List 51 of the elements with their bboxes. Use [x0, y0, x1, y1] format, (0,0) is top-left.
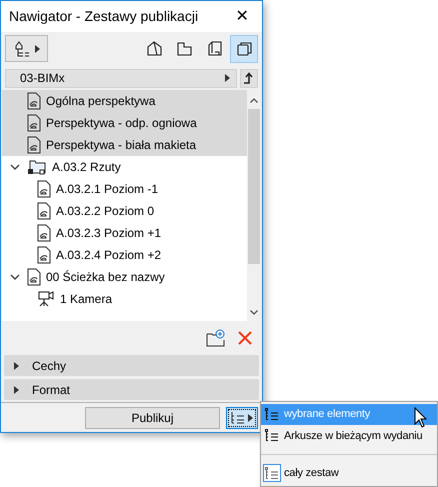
- view-map-button[interactable]: [5, 35, 48, 62]
- delete-icon: [238, 331, 252, 345]
- new-folder-button[interactable]: [206, 329, 226, 347]
- caret-icon: [225, 74, 230, 82]
- scroll-thumb[interactable]: [248, 109, 260, 264]
- floor-plan-icon: [176, 40, 192, 57]
- menu-item[interactable]: cały zestaw: [261, 462, 437, 484]
- camera-icon: [37, 290, 55, 308]
- publish-button[interactable]: Publikuj: [85, 406, 220, 428]
- view-document-icon: [37, 180, 51, 198]
- tree-item[interactable]: Ogólna perspektywa: [2, 90, 247, 112]
- close-button[interactable]: ✕: [230, 4, 254, 28]
- list-icon: [265, 466, 279, 480]
- tree-item[interactable]: Perspektywa - biała makieta: [2, 134, 247, 156]
- view-document-icon: [27, 92, 41, 110]
- view-document-icon: [37, 246, 51, 264]
- view-document-icon: [37, 202, 51, 220]
- caret-icon: [248, 414, 253, 422]
- up-button[interactable]: [240, 68, 258, 88]
- scroll-down-icon: [250, 310, 258, 315]
- folder-icon: [27, 158, 47, 176]
- list-icon: [265, 429, 279, 442]
- stacked-pages-icon: [236, 40, 252, 57]
- scrollbar[interactable]: [247, 90, 261, 321]
- view-document-icon: [27, 114, 41, 132]
- tree-item[interactable]: Perspektywa - odp. ogniowa: [2, 112, 247, 134]
- caret-icon: [35, 44, 40, 52]
- view-document-icon: [27, 268, 41, 286]
- caret-icon: [14, 386, 20, 394]
- chevron-down-icon[interactable]: [10, 163, 20, 171]
- caret-icon: [14, 362, 20, 370]
- up-arrow-icon: [243, 72, 255, 84]
- list-icon: [265, 408, 279, 422]
- house-icon: [146, 40, 162, 57]
- scroll-up-icon: [250, 98, 258, 103]
- chevron-down-icon[interactable]: [10, 273, 20, 281]
- tree-icon: [13, 40, 31, 58]
- view-document-icon: [37, 224, 51, 242]
- list-icon: [231, 412, 245, 424]
- scope-button[interactable]: [226, 406, 258, 428]
- view-document-icon: [27, 136, 41, 154]
- panel-header[interactable]: Format: [4, 379, 259, 400]
- view-mode-button[interactable]: [230, 34, 258, 62]
- window-title: Nawigator - Zestawy publikacji: [9, 7, 200, 26]
- delete-button[interactable]: [238, 331, 252, 345]
- new-folder-icon: [206, 329, 226, 347]
- panel-header[interactable]: Cechy: [4, 355, 259, 376]
- layout-sheet-icon: [206, 40, 222, 57]
- mouse-cursor-icon: [414, 407, 428, 429]
- menu-item[interactable]: Arkusze w bieżącym wydaniu: [261, 425, 437, 446]
- path-bar[interactable]: 03-BIMx: [5, 68, 237, 88]
